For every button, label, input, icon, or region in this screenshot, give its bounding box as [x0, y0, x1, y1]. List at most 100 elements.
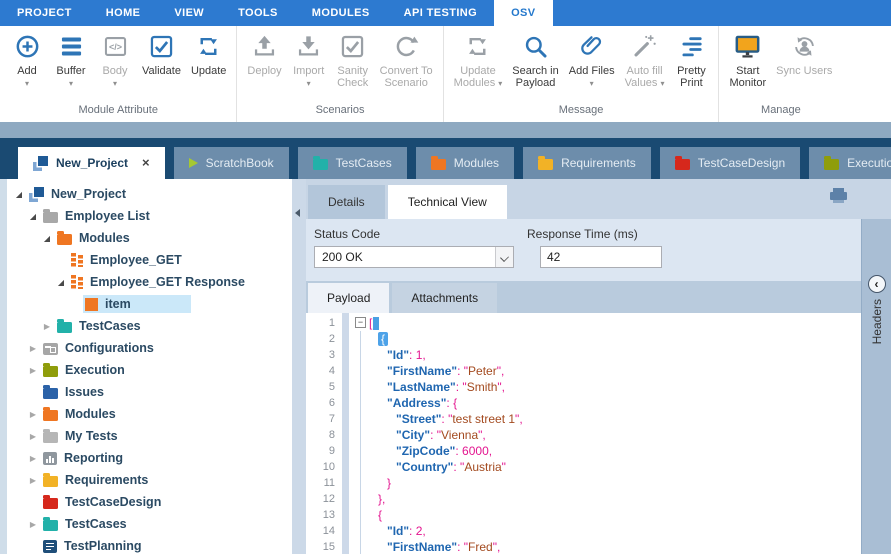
status-code-label: Status Code: [314, 227, 514, 241]
tree-item-content[interactable]: Requirements: [41, 471, 208, 489]
sanity-check-button: Sanity Check: [331, 29, 375, 89]
add-files-button[interactable]: Add Files▾: [564, 29, 620, 88]
fold-collapse-icon[interactable]: −: [355, 317, 366, 328]
dropdown-caret-icon[interactable]: ▾: [113, 80, 117, 88]
add-button[interactable]: Add▾: [5, 29, 49, 88]
search-in-payload-button[interactable]: Search in Payload: [507, 29, 563, 89]
expander-closed-icon[interactable]: ▶: [27, 366, 39, 375]
tree-item-content[interactable]: Employee List: [41, 207, 210, 225]
tree-item-content[interactable]: Employee_GET Response: [69, 273, 292, 291]
tree-item-requirements[interactable]: ▶ Requirements: [7, 469, 292, 491]
workspace-tab-testcases[interactable]: TestCases: [298, 147, 407, 179]
collapse-left-icon[interactable]: [295, 209, 300, 217]
tree-item-content[interactable]: New_Project: [27, 185, 186, 204]
expander-closed-icon[interactable]: ▶: [27, 410, 39, 419]
tree-item-content[interactable]: TestCases: [41, 515, 187, 533]
expander-closed-icon[interactable]: ▶: [27, 476, 39, 485]
tree-item-reporting[interactable]: ▶Reporting: [7, 447, 292, 469]
workspace-tab-new-project[interactable]: New_Project ×: [18, 147, 165, 179]
detail-tab-technical-view[interactable]: Technical View: [388, 185, 507, 219]
code-area[interactable]: −[{"Id": 1,"FirstName": "Peter","LastNam…: [349, 313, 861, 554]
chevron-down-icon[interactable]: [495, 247, 513, 267]
paperclip-icon: [578, 30, 605, 62]
tree-item-configurations[interactable]: ▶Configurations: [7, 337, 292, 359]
tree-item-content[interactable]: Reporting: [41, 449, 183, 467]
expander-closed-icon[interactable]: ▶: [41, 322, 53, 331]
workspace-tab-scratchbook[interactable]: ScratchBook: [174, 147, 289, 179]
tree-item-modules[interactable]: ▶Modules: [7, 403, 292, 425]
workspace-tab-testcasedesign[interactable]: TestCaseDesign: [660, 147, 800, 179]
menu-tab-api-testing[interactable]: API TESTING: [387, 0, 494, 26]
tree-item-content[interactable]: Issues: [41, 383, 164, 401]
payload-tab-attachments[interactable]: Attachments: [392, 283, 497, 313]
headers-side-tab[interactable]: ‹ Headers: [861, 219, 891, 554]
expander-open-icon[interactable]: ◢: [55, 278, 67, 287]
selected-tree-item[interactable]: item: [83, 295, 191, 313]
tree-item-execution[interactable]: ▶Execution: [7, 359, 292, 381]
tree-item-content[interactable]: My Tests: [41, 427, 178, 445]
detail-tab-details[interactable]: Details: [308, 185, 385, 219]
start-monitor-button[interactable]: Start Monitor: [724, 29, 771, 89]
tree-item-content[interactable]: TestCaseDesign: [41, 493, 221, 511]
left-edge-strip: [0, 179, 7, 554]
tree-item-item[interactable]: item: [7, 293, 292, 315]
tree-item-issues[interactable]: Issues: [7, 381, 292, 403]
expander-closed-icon[interactable]: ▶: [27, 432, 39, 441]
menu-tab-osv[interactable]: OSV: [494, 0, 552, 26]
payload-tab-payload[interactable]: Payload: [308, 283, 389, 313]
ribbon-button-label: Buffer: [56, 65, 85, 77]
chevron-left-circle-icon[interactable]: ‹: [868, 275, 886, 293]
tree-item-employee-list[interactable]: ◢Employee List: [7, 205, 292, 227]
expander-closed-icon[interactable]: ▶: [27, 520, 39, 529]
pretty-print-button[interactable]: Pretty Print: [669, 29, 713, 89]
expander-open-icon[interactable]: ◢: [27, 212, 39, 221]
code-line-10: "Country": "Austria": [349, 459, 861, 475]
workspace-tab-modules[interactable]: Modules: [416, 147, 514, 179]
tab-label: New_Project: [56, 156, 128, 170]
tree-item-testplanning[interactable]: TestPlanning: [7, 535, 292, 554]
response-time-input[interactable]: [540, 246, 662, 268]
expander-closed-icon[interactable]: ▶: [27, 454, 39, 463]
buffer-button[interactable]: Buffer ▾: [49, 29, 93, 88]
menu-tab-home[interactable]: HOME: [89, 0, 158, 26]
dropdown-caret-icon[interactable]: ▾: [307, 80, 311, 88]
tree-item-label: Requirements: [65, 473, 148, 487]
tree-item-content[interactable]: Modules: [41, 405, 176, 423]
tree-item-content[interactable]: TestPlanning: [41, 537, 202, 554]
menu-tab-tools[interactable]: TOOLS: [221, 0, 295, 26]
close-icon[interactable]: ×: [142, 158, 150, 168]
menu-tab-modules[interactable]: MODULES: [295, 0, 387, 26]
expander-open-icon[interactable]: ◢: [13, 190, 25, 199]
menu-tab-view[interactable]: VIEW: [157, 0, 221, 26]
tree-item-testcases[interactable]: ▶TestCases: [7, 315, 292, 337]
dropdown-caret-icon[interactable]: ▾: [69, 80, 73, 88]
tree-item-content[interactable]: Employee_GET: [69, 251, 242, 269]
tree-item-my-tests[interactable]: ▶My Tests: [7, 425, 292, 447]
tree-item-testcasedesign[interactable]: TestCaseDesign: [7, 491, 292, 513]
dropdown-caret-icon[interactable]: ▾: [25, 80, 29, 88]
ribbon-toolbar: Add▾Buffer▾</>Body▾ValidateUpdateModule …: [0, 26, 891, 122]
validate-button[interactable]: Validate: [137, 29, 186, 77]
tree-item-content[interactable]: TestCases: [55, 317, 201, 335]
tree-item-content[interactable]: Modules: [55, 229, 190, 247]
update-button[interactable]: Update: [186, 29, 231, 77]
tree-item-employee-get[interactable]: Employee_GET: [7, 249, 292, 271]
workspace-tab-requirements[interactable]: Requirements: [523, 147, 651, 179]
status-code-dropdown[interactable]: 200 OK: [314, 246, 514, 268]
dropdown-caret-icon[interactable]: ▾: [590, 80, 594, 88]
panel-splitter[interactable]: [292, 179, 306, 554]
workspace-tab-execution[interactable]: Execution: [809, 147, 891, 179]
tree-item-modules[interactable]: ◢Modules: [7, 227, 292, 249]
menu-tab-project[interactable]: PROJECT: [0, 0, 89, 26]
expander-open-icon[interactable]: ◢: [41, 234, 53, 243]
tree-item-testcases[interactable]: ▶TestCases: [7, 513, 292, 535]
payload-editor[interactable]: 123456789101112131415 −[{"Id": 1,"FirstN…: [306, 313, 891, 554]
print-button[interactable]: [830, 187, 847, 205]
headers-tab-label: Headers: [870, 299, 884, 344]
ribbon-button-label: Sync Users: [776, 65, 832, 77]
tree-item-content[interactable]: Execution: [41, 361, 185, 379]
expander-closed-icon[interactable]: ▶: [27, 344, 39, 353]
tree-item-new-project[interactable]: ◢New_Project: [7, 183, 292, 205]
tree-item-employee-get-response[interactable]: ◢Employee_GET Response: [7, 271, 292, 293]
tree-item-content[interactable]: Configurations: [41, 339, 214, 357]
